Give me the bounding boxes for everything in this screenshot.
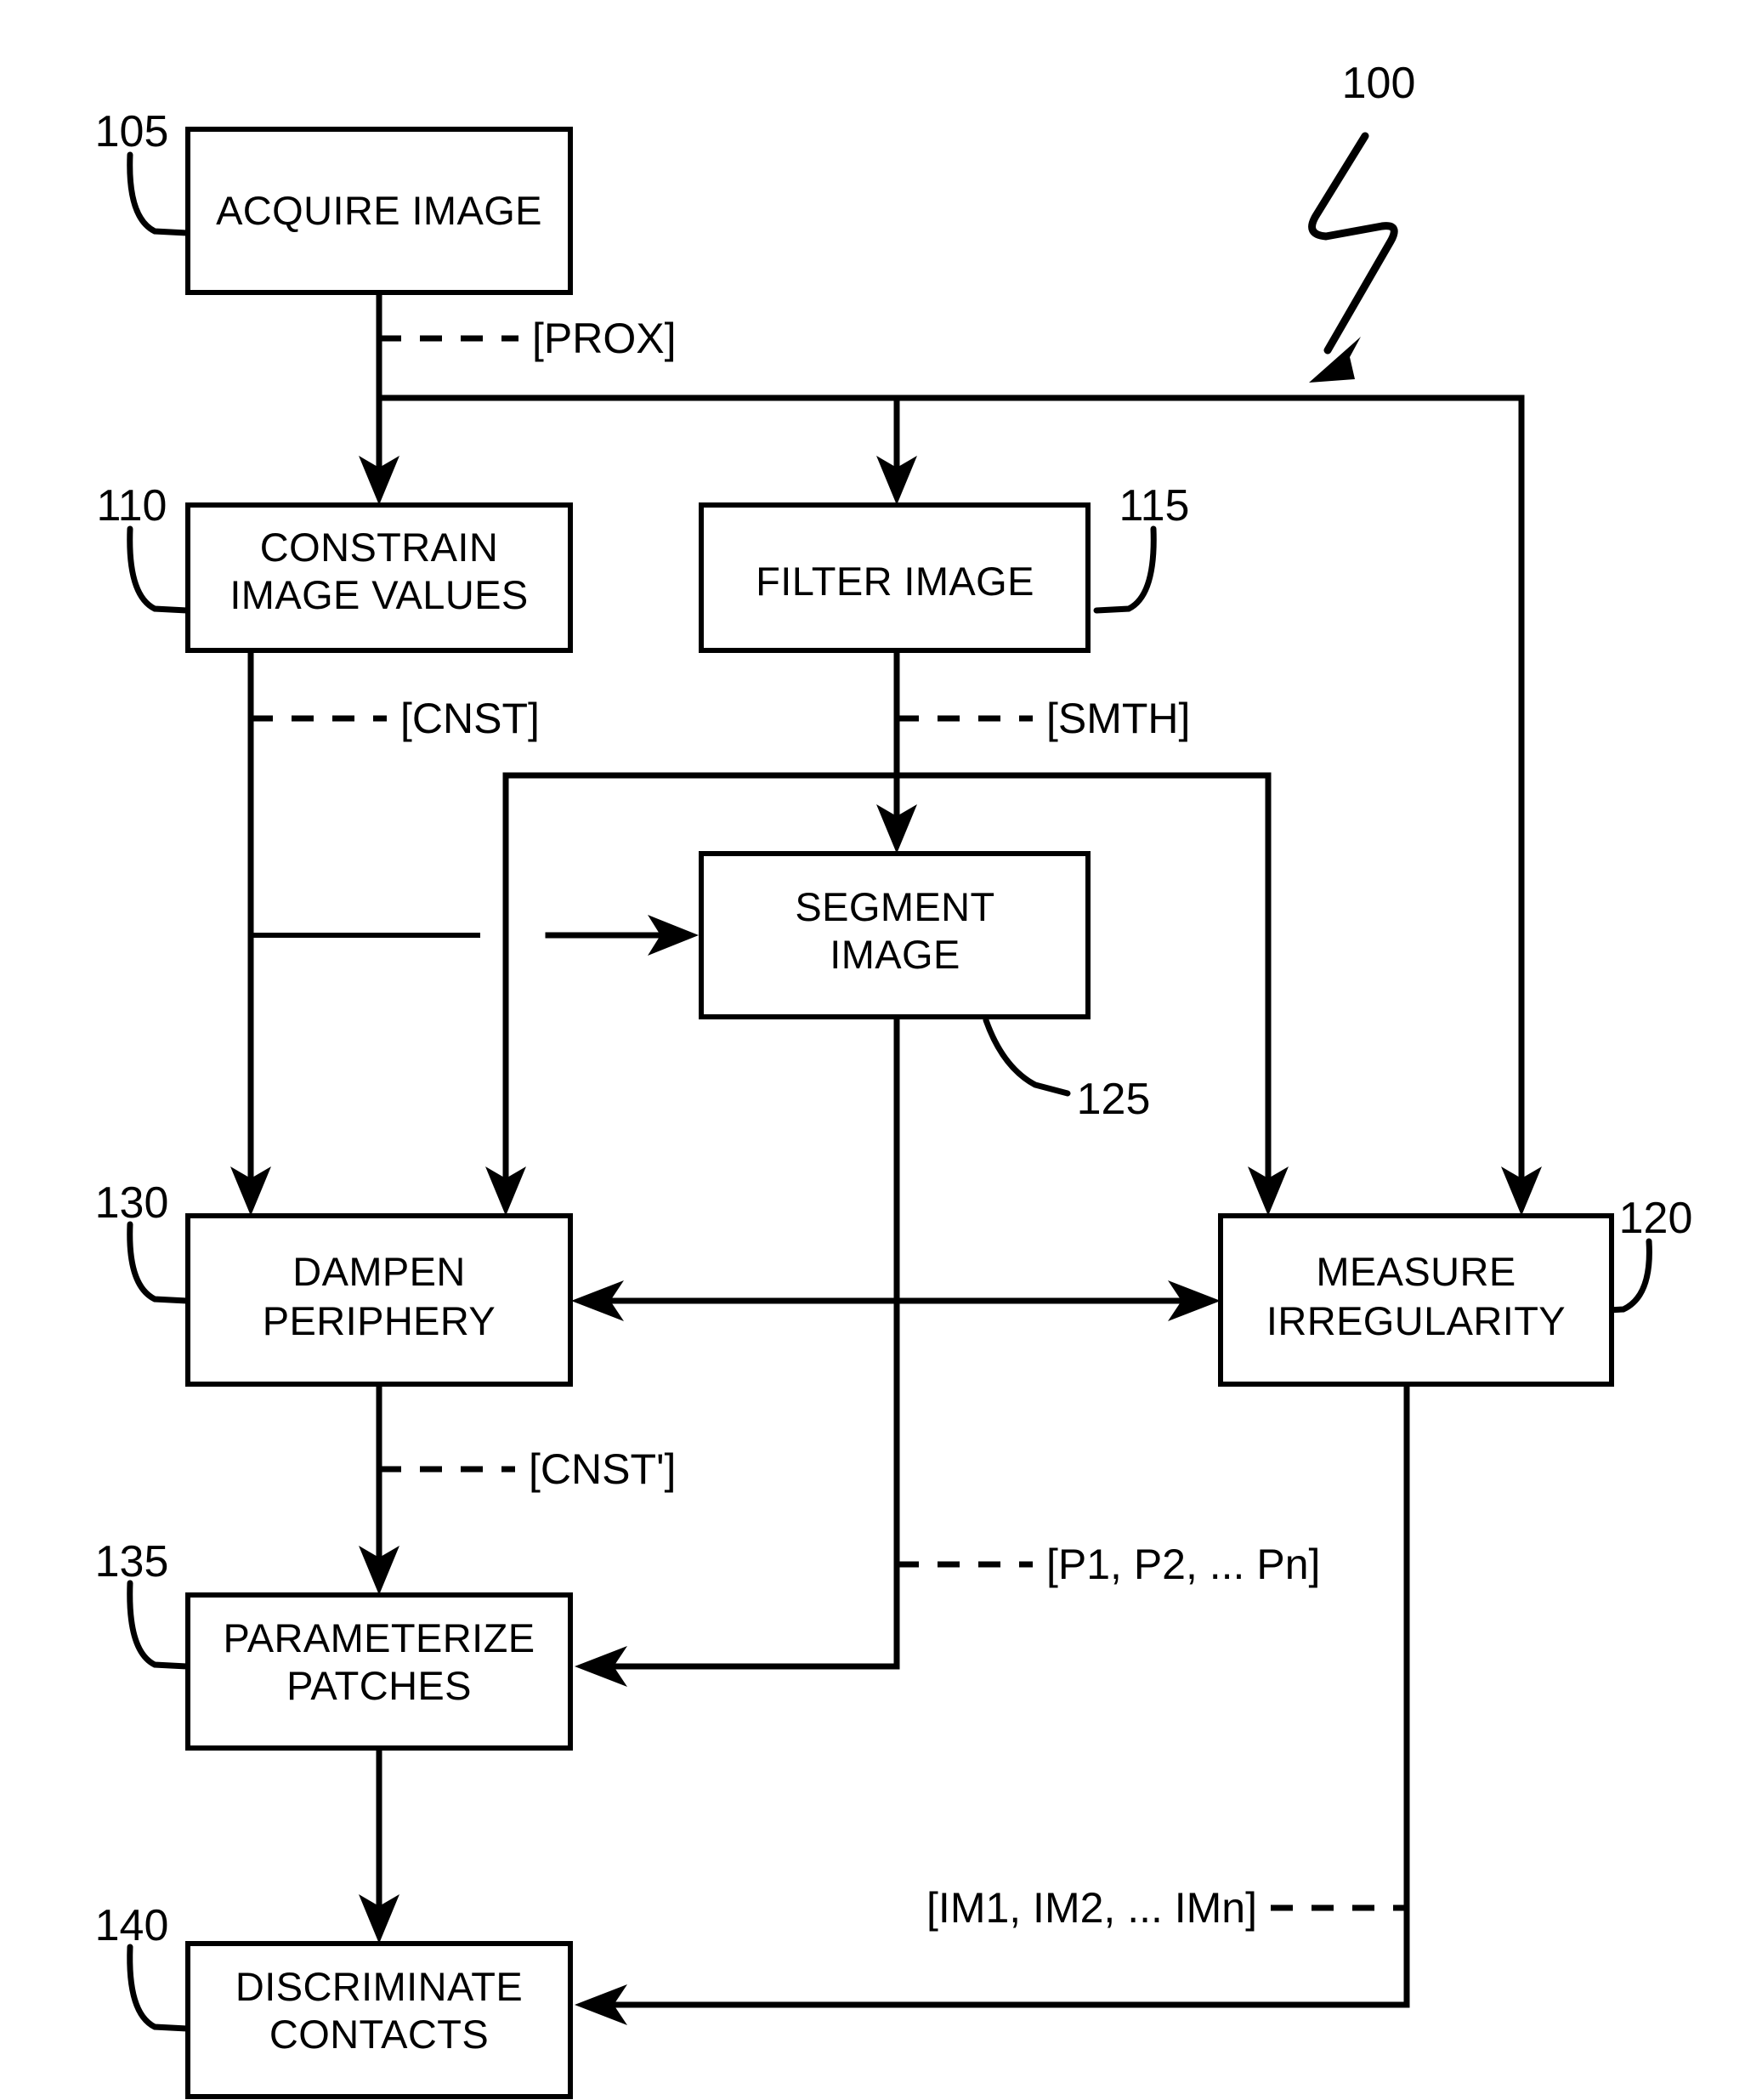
reference-numeral-115: 115	[1119, 481, 1190, 531]
box-acquire-image-label-0: ACQUIRE IMAGE	[216, 188, 542, 233]
box-dampen-periphery-label-1: PERIPHERY	[263, 1298, 496, 1343]
connector-dampen-to-parameterize	[359, 1381, 399, 1595]
leader-135	[127, 1580, 190, 1670]
connector-parameterize-to-discriminate	[359, 1745, 399, 1944]
box-filter-image[interactable]: FILTER IMAGE	[699, 502, 1091, 653]
signal-label-prox: [PROX]	[532, 315, 676, 362]
box-measure-irregularity-label-1: IRREGULARITY	[1266, 1298, 1566, 1343]
box-filter-image-label-0: FILTER IMAGE	[756, 559, 1034, 604]
box-dampen-periphery-label-0: DAMPEN	[292, 1249, 465, 1294]
box-measure-irregularity-label-0: MEASURE	[1316, 1249, 1516, 1294]
leader-140	[127, 1944, 190, 2032]
box-discriminate-contacts-label-0: DISCRIMINATE	[235, 1964, 523, 2009]
flowchart-canvas: ACQUIRE IMAGE CONSTRAIN IMAGE VALUES FIL…	[95, 59, 1693, 2099]
signal-label-cnst-prime: [CNST']	[529, 1445, 676, 1493]
box-constrain-image-values-label-0: CONSTRAIN	[260, 525, 498, 570]
box-segment-image[interactable]: SEGMENT IMAGE	[699, 851, 1091, 1019]
reference-numeral-135: 135	[95, 1537, 169, 1586]
leader-125	[983, 1017, 1071, 1097]
signal-label-patches: [P1, P2, ... Pn]	[1046, 1541, 1320, 1588]
box-dampen-periphery[interactable]: DAMPEN PERIPHERY	[185, 1213, 573, 1387]
leader-115	[1093, 525, 1157, 614]
reference-numeral-125: 125	[1077, 1075, 1151, 1124]
leader-130	[127, 1221, 190, 1304]
leader-105	[127, 151, 190, 236]
signal-label-smth: [SMTH]	[1046, 695, 1190, 742]
box-measure-irregularity[interactable]: MEASURE IRREGULARITY	[1218, 1213, 1614, 1387]
box-segment-image-label-0: SEGMENT	[795, 884, 994, 929]
leader-110	[127, 525, 190, 614]
connector-segment-to-parameterize	[575, 1013, 900, 1687]
box-parameterize-patches[interactable]: PARAMETERIZE PATCHES	[185, 1592, 573, 1751]
box-discriminate-contacts[interactable]: DISCRIMINATE CONTACTS	[185, 1941, 573, 2099]
box-constrain-image-values[interactable]: CONSTRAIN IMAGE VALUES	[185, 502, 573, 653]
reference-numeral-110: 110	[97, 481, 167, 531]
reference-numeral-105: 105	[95, 107, 169, 156]
signal-label-cnst: [CNST]	[400, 695, 540, 742]
reference-numeral-figure: 100	[1342, 59, 1416, 108]
box-constrain-image-values-label-1: IMAGE VALUES	[229, 572, 528, 617]
reference-numeral-120: 120	[1619, 1194, 1693, 1243]
signal-label-irregularity: [IM1, IM2, ... IMn]	[926, 1884, 1257, 1932]
reference-numeral-130: 130	[95, 1178, 169, 1228]
box-acquire-image[interactable]: ACQUIRE IMAGE	[185, 127, 573, 295]
patent-flowchart-figure: ACQUIRE IMAGE CONSTRAIN IMAGE VALUES FIL…	[0, 0, 1762, 2100]
reference-numeral-140: 140	[95, 1901, 169, 1950]
figure-pointer	[1308, 132, 1398, 383]
connector-into-segment-left	[545, 915, 699, 956]
box-parameterize-patches-label-1: PATCHES	[286, 1663, 472, 1708]
box-discriminate-contacts-label-1: CONTACTS	[269, 2012, 489, 2057]
connector-acquire-to-bus	[359, 289, 1542, 1216]
box-parameterize-patches-label-0: PARAMETERIZE	[224, 1615, 535, 1660]
box-segment-image-label-1: IMAGE	[830, 932, 960, 977]
